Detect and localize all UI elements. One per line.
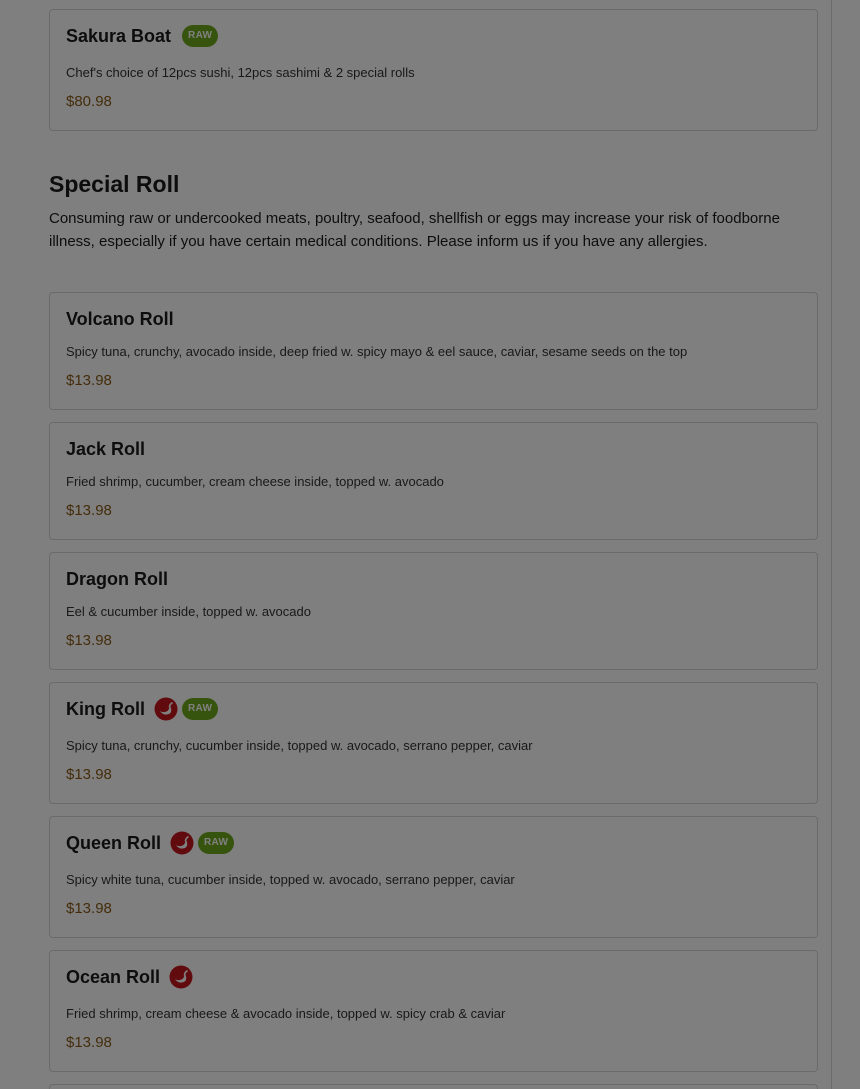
menu-item-badges: RAW: [170, 831, 235, 855]
menu-item-name: Volcano Roll: [66, 309, 174, 329]
menu-content: Sakura Boat RAW Chef's choice of 12pcs s…: [0, 0, 832, 1089]
menu-item-price: $13.98: [66, 900, 112, 917]
menu-item-queen-roll[interactable]: Queen Roll RAW Spicy white tuna, cucumbe…: [49, 816, 818, 938]
section-title: Special Roll: [49, 171, 180, 197]
menu-item-dragon-roll[interactable]: Dragon Roll Eel & cucumber inside, toppe…: [49, 552, 818, 670]
menu-item-description: Spicy tuna, crunchy, cucumber inside, to…: [66, 738, 533, 753]
menu-item-description: Chef's choice of 12pcs sushi, 12pcs sash…: [66, 65, 415, 80]
menu-item-volcano-roll[interactable]: Volcano Roll Spicy tuna, crunchy, avocad…: [49, 292, 818, 410]
menu-item-price: $13.98: [66, 372, 112, 389]
menu-item-price: $13.98: [66, 632, 112, 649]
menu-item-price: $13.98: [66, 766, 112, 783]
section-allergy-note: Consuming raw or undercooked meats, poul…: [49, 210, 780, 250]
menu-item-header: Volcano Roll: [66, 309, 174, 330]
menu-item-header: Sakura Boat RAW: [66, 25, 219, 47]
menu-item-price: $13.98: [66, 502, 112, 519]
menu-item-header: Dragon Roll: [66, 569, 168, 590]
menu-item-header: Ocean Roll: [66, 965, 195, 989]
menu-item-header: King Roll RAW: [66, 697, 219, 721]
menu-item-next[interactable]: [49, 1084, 818, 1089]
menu-item-name: Dragon Roll: [66, 569, 168, 589]
menu-item-badges: RAW: [154, 697, 219, 721]
spicy-icon: [170, 831, 194, 855]
spicy-icon: [154, 697, 178, 721]
menu-item-price: $13.98: [66, 1034, 112, 1051]
menu-item-description: Spicy tuna, crunchy, avocado inside, dee…: [66, 344, 688, 359]
menu-item-description: Spicy white tuna, cucumber inside, toppe…: [66, 872, 515, 887]
menu-item-name: Sakura Boat: [66, 25, 172, 46]
menu-item-badges: RAW: [180, 25, 219, 47]
menu-item-king-roll[interactable]: King Roll RAW Spicy tuna, crunchy, cucum…: [49, 682, 818, 804]
menu-item-name: King Roll: [66, 698, 145, 719]
menu-item-badges: [169, 965, 195, 989]
menu-item-sakura-boat[interactable]: Sakura Boat RAW Chef's choice of 12pcs s…: [49, 9, 818, 131]
menu-item-description: Fried shrimp, cream cheese & avocado ins…: [66, 1006, 506, 1021]
menu-item-name: Ocean Roll: [66, 966, 161, 987]
menu-item-header: Jack Roll: [66, 439, 145, 460]
menu-item-jack-roll[interactable]: Jack Roll Fried shrimp, cucumber, cream …: [49, 422, 818, 540]
menu-item-price: $80.98: [66, 93, 112, 110]
raw-badge: RAW: [182, 25, 219, 47]
scroll-divider: [831, 0, 832, 1089]
menu-item-name: Jack Roll: [66, 439, 146, 459]
menu-item-ocean-roll[interactable]: Ocean Roll Fried shrimp, cream cheese & …: [49, 950, 818, 1072]
menu-item-name: Queen Roll: [66, 832, 162, 853]
menu-item-description: Eel & cucumber inside, topped w. avocado: [66, 604, 311, 619]
raw-badge: RAW: [182, 698, 219, 720]
menu-item-description: Fried shrimp, cucumber, cream cheese ins…: [66, 474, 444, 489]
spicy-icon: [169, 965, 193, 989]
menu-item-header: Queen Roll RAW: [66, 831, 235, 855]
raw-badge: RAW: [198, 832, 235, 854]
